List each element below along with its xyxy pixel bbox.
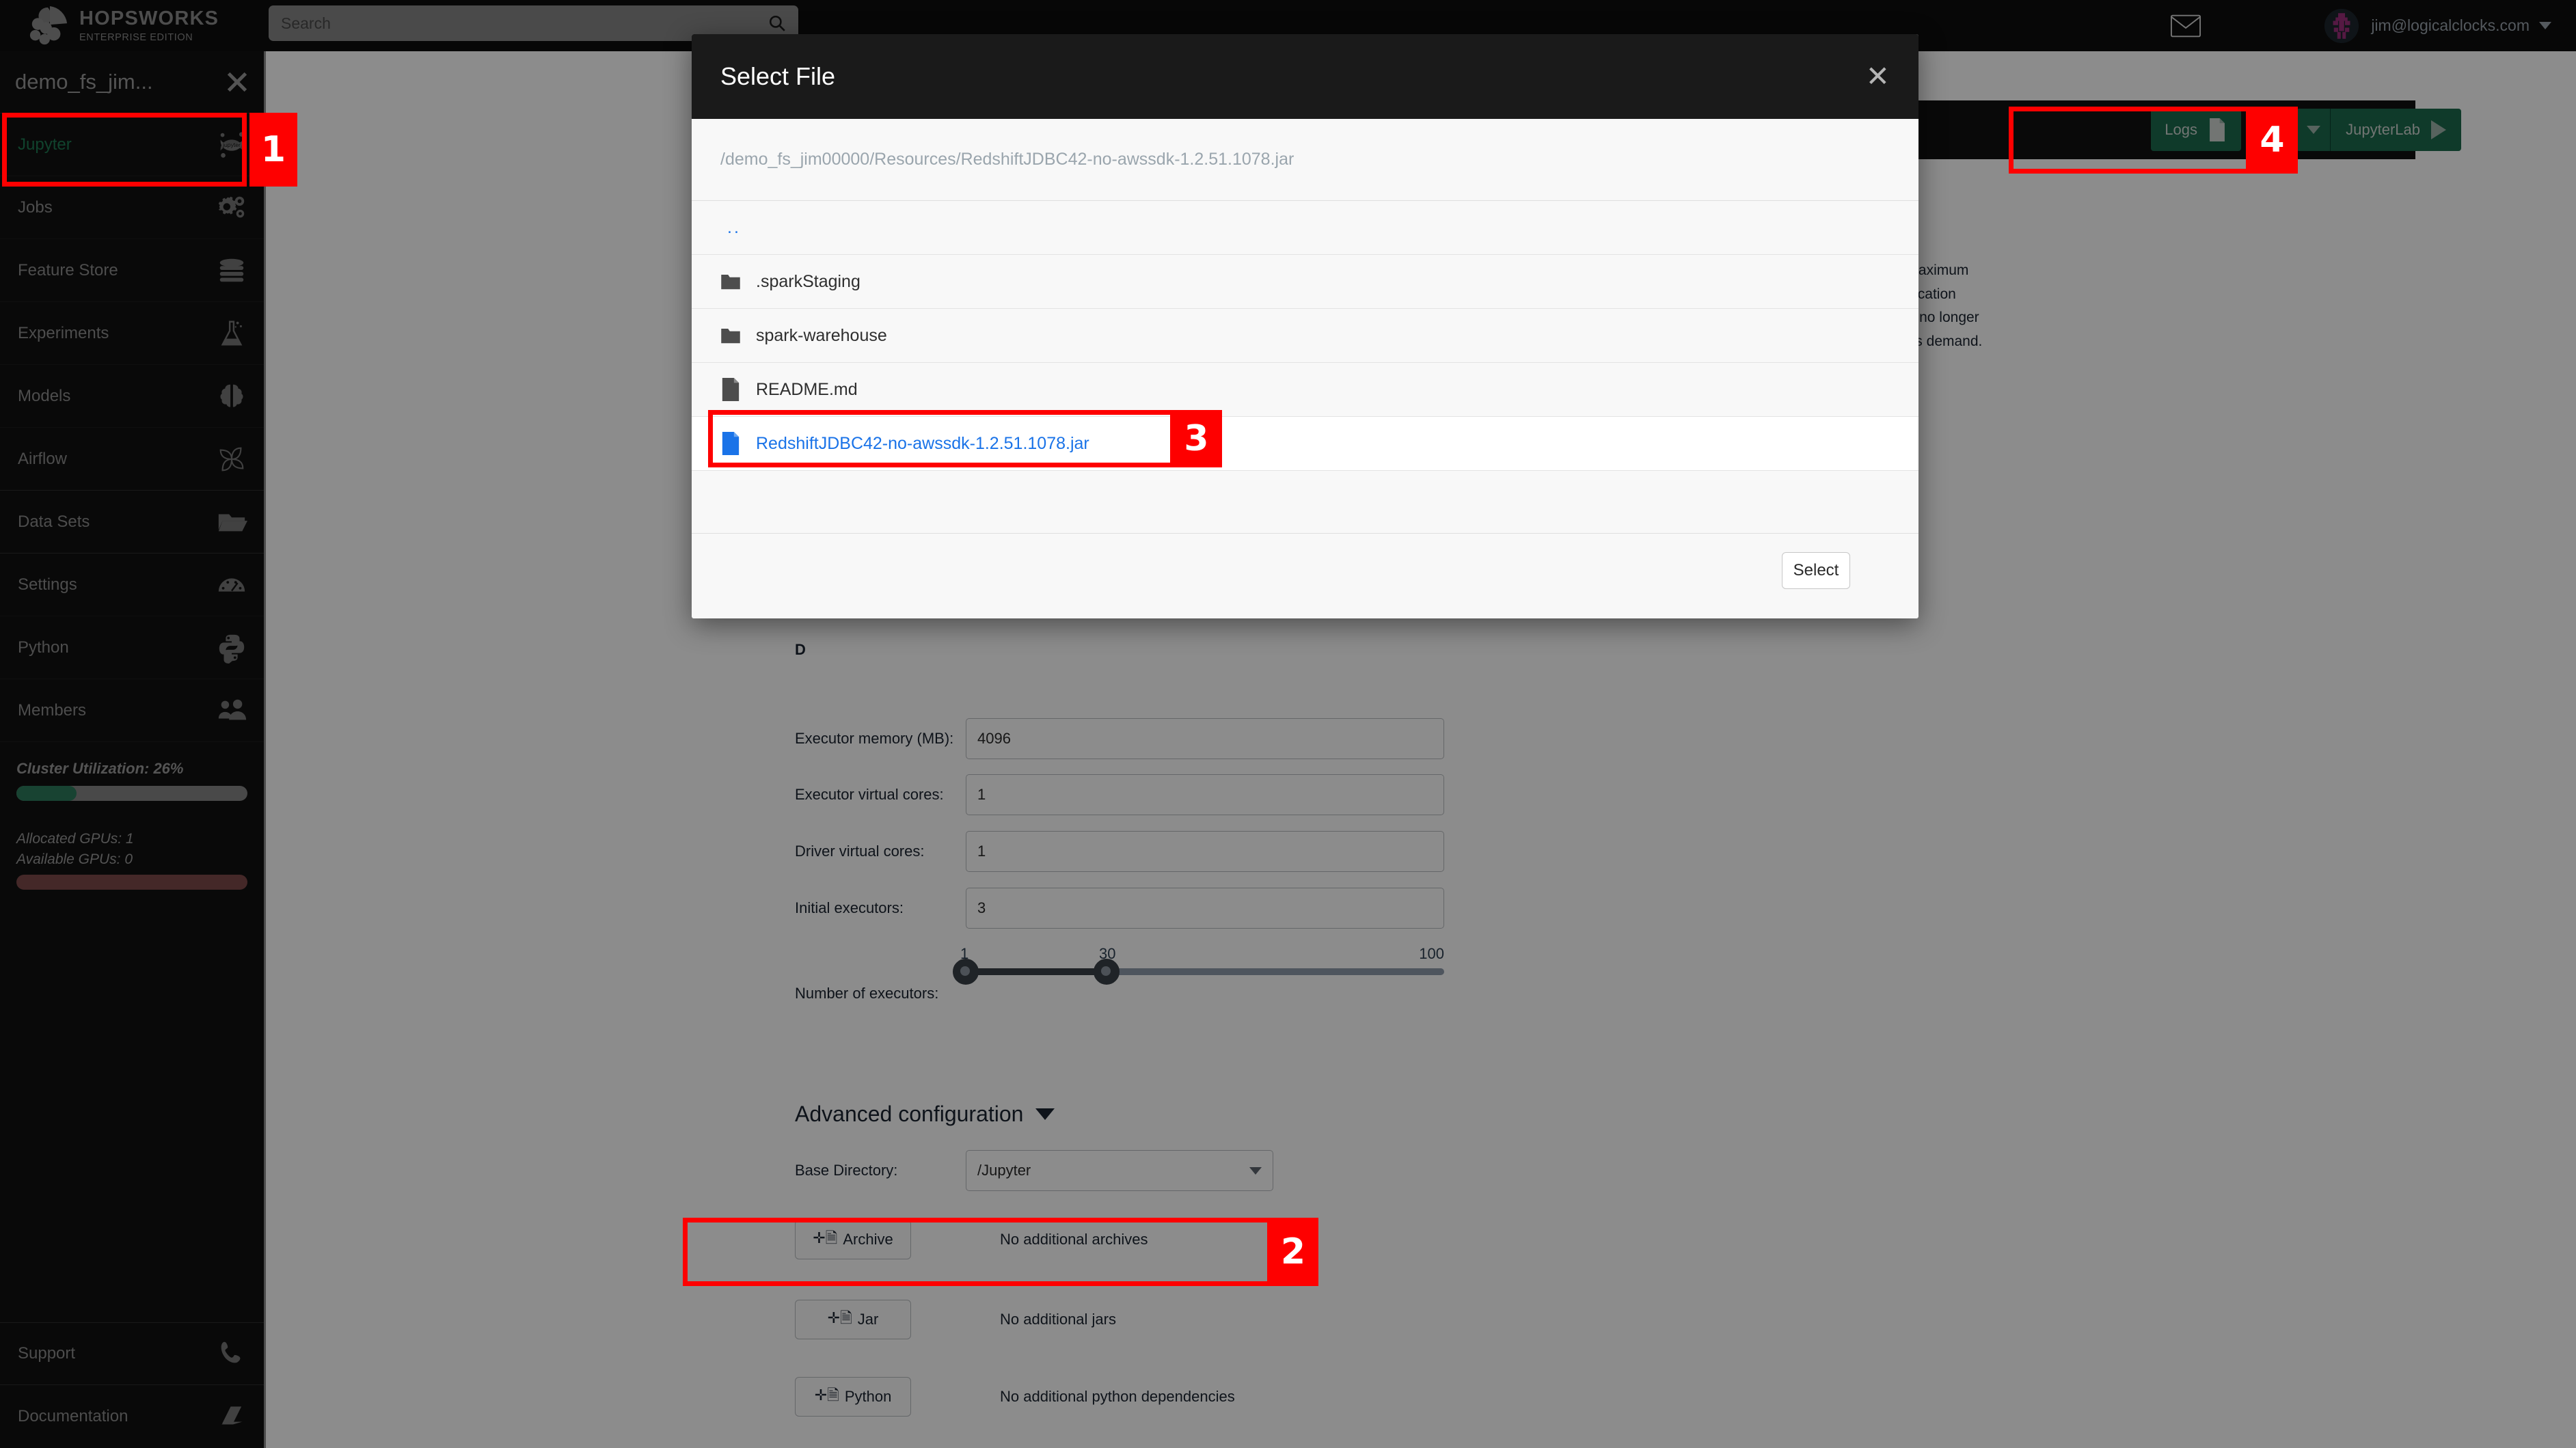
modal-footer: Select: [692, 534, 1919, 607]
app-root: Logs JupyterLab S S H D can set minimum …: [0, 0, 2576, 1448]
file-list-item-spark-warehouse[interactable]: spark-warehouse: [692, 309, 1919, 363]
file-list-item-readme[interactable]: README.md: [692, 363, 1919, 417]
file-name: spark-warehouse: [756, 325, 887, 345]
modal-list-spacer: [692, 471, 1919, 534]
annotation-number-1: 1: [249, 113, 297, 187]
file-list-item-sparkstaging[interactable]: .sparkStaging: [692, 255, 1919, 309]
annotation-number-2: 2: [1268, 1218, 1318, 1286]
folder-icon: [721, 275, 740, 290]
current-path: /demo_fs_jim00000/Resources/RedshiftJDBC…: [692, 119, 1919, 201]
modal-title: Select File: [720, 62, 836, 90]
file-list-parent-entry[interactable]: ..: [692, 201, 1919, 255]
annotation-number-4: 4: [2247, 107, 2298, 174]
select-file-modal: Select File ✕ /demo_fs_jim00000/Resource…: [692, 34, 1919, 618]
file-name: .sparkStaging: [756, 271, 860, 291]
folder-icon: [721, 329, 740, 344]
select-button[interactable]: Select: [1782, 552, 1850, 589]
close-icon[interactable]: ✕: [1866, 62, 1890, 91]
annotation-box-2: [683, 1218, 1272, 1286]
modal-header: Select File ✕: [692, 34, 1919, 119]
file-icon: [722, 378, 740, 401]
annotation-box-4: [2009, 107, 2251, 174]
file-name: README.md: [756, 379, 858, 399]
annotation-number-3: 3: [1171, 410, 1222, 467]
annotation-box-3: [708, 410, 1175, 467]
parent-directory-label: ..: [727, 217, 741, 237]
annotation-box-1: [2, 113, 247, 187]
